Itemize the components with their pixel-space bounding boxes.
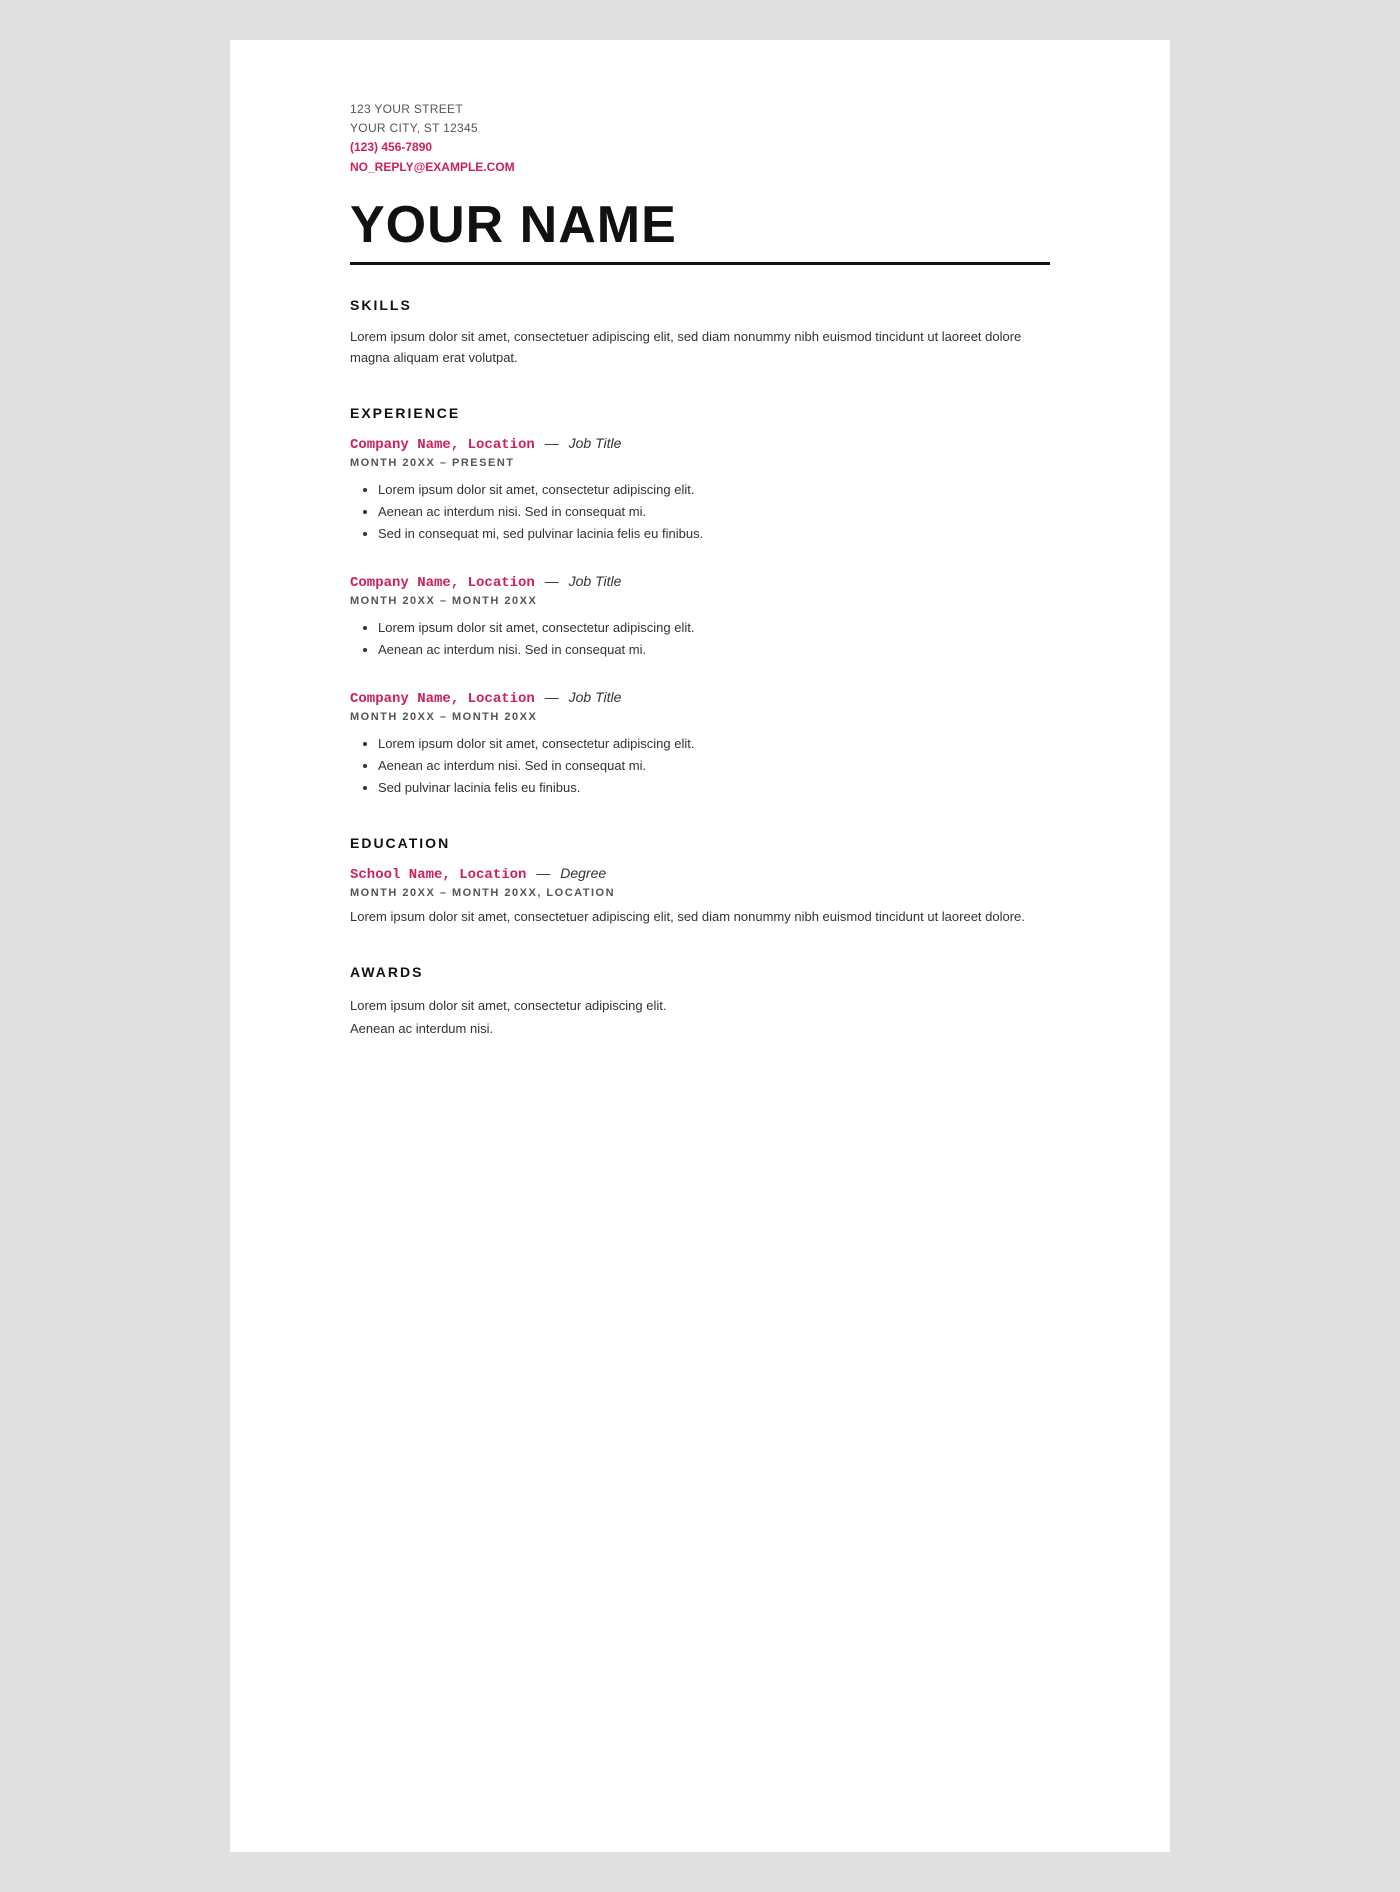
edu-separator-1: — [536, 865, 550, 881]
bullet-1-3: Sed in consequat mi, sed pulvinar lacini… [378, 523, 1050, 545]
contact-street: 123 YOUR STREET [350, 100, 1050, 119]
awards-line-1: Lorem ipsum dolor sit amet, consectetur … [350, 994, 1050, 1017]
job-header-2: Company Name, Location — Job Title [350, 573, 1050, 591]
awards-section: AWARDS Lorem ipsum dolor sit amet, conse… [350, 964, 1050, 1041]
education-title: EDUCATION [350, 835, 1050, 851]
job-entry-2: Company Name, Location — Job Title MONTH… [350, 573, 1050, 661]
name-section: YOUR NAME [350, 197, 1050, 254]
job-title-3: Job Title [569, 689, 622, 705]
experience-section: EXPERIENCE Company Name, Location — Job … [350, 405, 1050, 800]
edu-header-1: School Name, Location — Degree [350, 865, 1050, 883]
name-divider [350, 262, 1050, 265]
job-dates-1: MONTH 20XX – PRESENT [350, 457, 1050, 469]
skills-section: SKILLS Lorem ipsum dolor sit amet, conse… [350, 297, 1050, 369]
edu-body-1: Lorem ipsum dolor sit amet, consectetuer… [350, 907, 1050, 928]
contact-city: YOUR CITY, ST 12345 [350, 119, 1050, 138]
job-bullets-3: Lorem ipsum dolor sit amet, consectetur … [350, 733, 1050, 799]
edu-dates-1: MONTH 20XX – MONTH 20XX, LOCATION [350, 887, 1050, 899]
job-dates-3: MONTH 20XX – MONTH 20XX [350, 711, 1050, 723]
school-1: School Name, Location [350, 867, 526, 883]
company-1: Company Name, Location [350, 437, 535, 453]
skills-body: Lorem ipsum dolor sit amet, consectetuer… [350, 327, 1050, 369]
bullet-2-1: Lorem ipsum dolor sit amet, consectetur … [378, 617, 1050, 639]
company-2: Company Name, Location [350, 575, 535, 591]
job-dates-2: MONTH 20XX – MONTH 20XX [350, 595, 1050, 607]
contact-email: NO_REPLY@EXAMPLE.COM [350, 158, 1050, 177]
job-bullets-1: Lorem ipsum dolor sit amet, consectetur … [350, 479, 1050, 545]
degree-1: Degree [560, 865, 606, 881]
bullet-3-1: Lorem ipsum dolor sit amet, consectetur … [378, 733, 1050, 755]
job-bullets-2: Lorem ipsum dolor sit amet, consectetur … [350, 617, 1050, 661]
contact-block: 123 YOUR STREET YOUR CITY, ST 12345 (123… [350, 100, 1050, 177]
bullet-3-3: Sed pulvinar lacinia felis eu finibus. [378, 777, 1050, 799]
separator-2: — [545, 573, 559, 589]
company-3: Company Name, Location [350, 691, 535, 707]
contact-phone: (123) 456-7890 [350, 138, 1050, 157]
education-section: EDUCATION School Name, Location — Degree… [350, 835, 1050, 928]
job-title-2: Job Title [569, 573, 622, 589]
job-entry-1: Company Name, Location — Job Title MONTH… [350, 435, 1050, 545]
bullet-2-2: Aenean ac interdum nisi. Sed in consequa… [378, 639, 1050, 661]
bullet-1-1: Lorem ipsum dolor sit amet, consectetur … [378, 479, 1050, 501]
skills-title: SKILLS [350, 297, 1050, 313]
awards-title: AWARDS [350, 964, 1050, 980]
awards-line-2: Aenean ac interdum nisi. [350, 1017, 1050, 1040]
education-entry-1: School Name, Location — Degree MONTH 20X… [350, 865, 1050, 928]
job-header-3: Company Name, Location — Job Title [350, 689, 1050, 707]
bullet-1-2: Aenean ac interdum nisi. Sed in consequa… [378, 501, 1050, 523]
job-entry-3: Company Name, Location — Job Title MONTH… [350, 689, 1050, 799]
experience-title: EXPERIENCE [350, 405, 1050, 421]
full-name: YOUR NAME [350, 197, 1050, 254]
job-title-1: Job Title [569, 435, 622, 451]
separator-3: — [545, 689, 559, 705]
job-header-1: Company Name, Location — Job Title [350, 435, 1050, 453]
resume-page: 123 YOUR STREET YOUR CITY, ST 12345 (123… [230, 40, 1170, 1852]
separator-1: — [545, 435, 559, 451]
bullet-3-2: Aenean ac interdum nisi. Sed in consequa… [378, 755, 1050, 777]
